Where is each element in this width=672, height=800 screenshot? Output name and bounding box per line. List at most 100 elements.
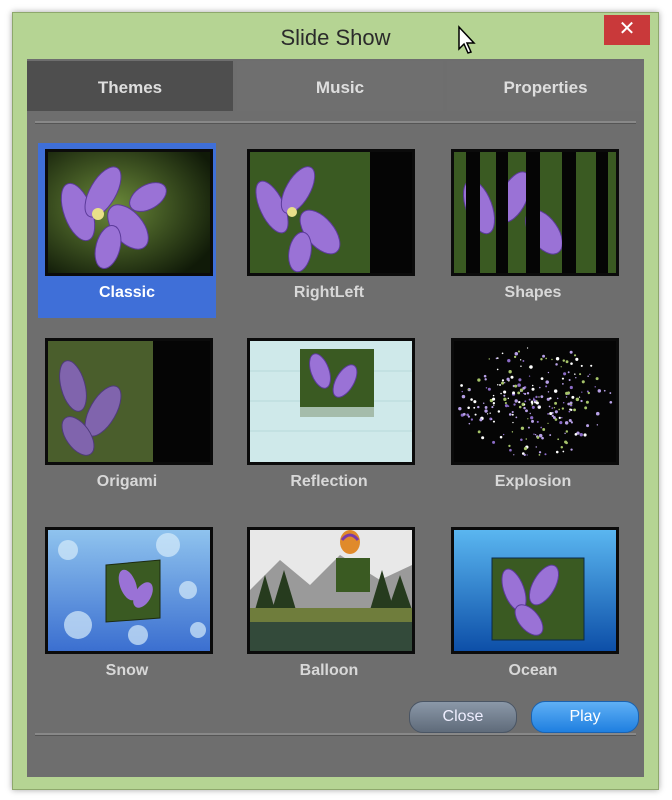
explosion-particle (578, 396, 581, 398)
explosion-particle (561, 407, 565, 410)
explosion-particle (492, 401, 496, 405)
explosion-particle (491, 406, 494, 409)
theme-shapes[interactable]: Shapes (444, 143, 622, 318)
explosion-particle (570, 362, 573, 365)
explosion-particle (529, 412, 531, 415)
explosion-particle (538, 433, 543, 438)
explosion-particle (560, 446, 564, 449)
explosion-particle (567, 371, 570, 374)
explosion-particle (562, 402, 565, 404)
title-bar[interactable]: Slide Show ✕ (13, 13, 658, 59)
play-button[interactable]: Play (531, 701, 639, 733)
explosion-particle (467, 388, 470, 391)
explosion-particle (489, 412, 491, 414)
tab-properties[interactable]: Properties (447, 61, 644, 111)
explosion-particle (580, 364, 583, 367)
theme-balloon[interactable]: Balloon (240, 521, 418, 696)
explosion-particle (528, 375, 531, 377)
explosion-particle (529, 365, 533, 369)
explosion-particle (501, 352, 504, 355)
explosion-particle (503, 394, 506, 397)
explosion-particle (486, 413, 489, 415)
explosion-particle (477, 378, 481, 382)
theme-reflection[interactable]: Reflection (240, 332, 418, 507)
explosion-particle (523, 447, 528, 451)
footer-divider (35, 733, 636, 736)
close-button[interactable]: Close (409, 701, 517, 733)
explosion-particle (515, 416, 518, 419)
theme-label: Classic (98, 284, 156, 301)
explosion-particle (542, 354, 546, 358)
explosion-particle (526, 454, 528, 456)
explosion-particle (538, 451, 542, 454)
explosion-particle (477, 405, 480, 409)
explosion-particle (568, 379, 571, 382)
explosion-particle (559, 421, 563, 425)
explosion-particle (595, 377, 599, 381)
explosion-particle (533, 397, 535, 399)
explosion-particle (527, 418, 529, 420)
explosion-particle (571, 395, 575, 399)
explosion-particle (523, 403, 526, 406)
explosion-particle (526, 392, 530, 395)
theme-label: Explosion (494, 473, 572, 490)
explosion-particle (458, 406, 462, 411)
explosion-particle (508, 370, 512, 374)
explosion-particles (454, 341, 616, 462)
explosion-particle (497, 410, 501, 413)
theme-snow[interactable]: Snow (38, 521, 216, 696)
explosion-particle (564, 421, 569, 425)
explosion-particle (510, 375, 514, 379)
explosion-particle (554, 401, 558, 405)
theme-label: Reflection (290, 473, 368, 490)
explosion-particle (523, 406, 526, 410)
theme-thumbnail (45, 527, 213, 654)
explosion-particle (479, 418, 483, 422)
explosion-particle (564, 432, 566, 435)
explosion-particle (561, 382, 564, 385)
explosion-particle (531, 419, 535, 423)
explosion-particle (523, 453, 526, 457)
theme-rightleft[interactable]: RightLeft (240, 143, 418, 318)
theme-origami[interactable]: Origami (38, 332, 216, 507)
explosion-particle (518, 378, 522, 382)
explosion-particle (581, 380, 585, 384)
explosion-particle (518, 405, 522, 409)
explosion-particle (473, 406, 476, 409)
explosion-particle (562, 450, 565, 453)
explosion-particle (511, 410, 514, 414)
window-close-button[interactable]: ✕ (604, 15, 650, 45)
explosion-particle (568, 410, 571, 413)
tab-divider (35, 121, 636, 124)
explosion-particle (564, 440, 568, 444)
explosion-particle (545, 385, 548, 388)
explosion-particle (553, 389, 558, 393)
explosion-particle (513, 403, 516, 406)
explosion-particle (517, 383, 521, 387)
explosion-particle (501, 381, 505, 385)
explosion-particle (544, 453, 547, 456)
tab-music[interactable]: Music (237, 61, 443, 111)
explosion-particle (567, 402, 570, 406)
theme-classic[interactable]: Classic (38, 143, 216, 318)
explosion-particle (536, 420, 539, 423)
explosion-particle (540, 358, 543, 361)
explosion-particle (514, 399, 518, 403)
explosion-particle (460, 384, 463, 387)
explosion-particle (507, 397, 509, 400)
explosion-particle (523, 392, 525, 395)
explosion-particle (525, 438, 528, 440)
explosion-particle (573, 408, 576, 412)
theme-explosion[interactable]: Explosion (444, 332, 622, 507)
explosion-particle (511, 413, 514, 416)
explosion-particle (534, 433, 537, 436)
explosion-particle (507, 358, 511, 363)
explosion-particle (581, 391, 583, 393)
explosion-particle (536, 400, 538, 402)
explosion-particle (503, 381, 506, 384)
explosion-particle (519, 359, 522, 361)
tab-themes[interactable]: Themes (27, 61, 233, 111)
explosion-particle (477, 430, 481, 434)
theme-ocean[interactable]: Ocean (444, 521, 622, 696)
explosion-particle (530, 416, 534, 420)
